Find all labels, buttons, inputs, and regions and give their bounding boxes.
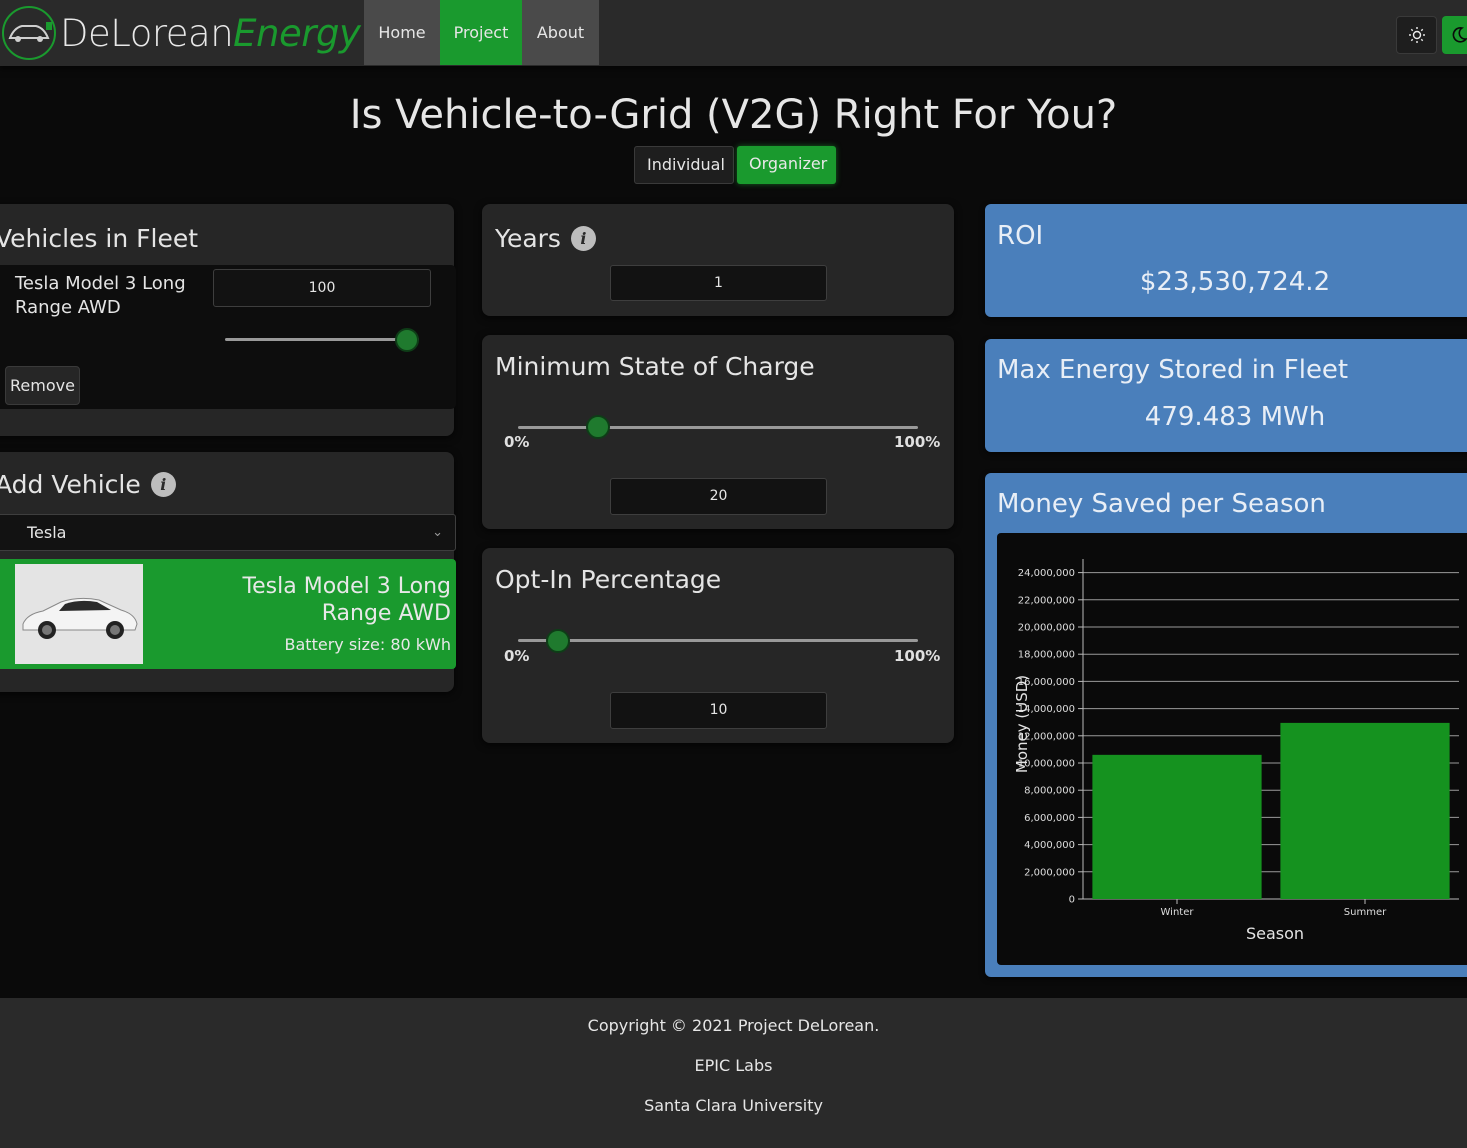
years-input[interactable]: 1 <box>610 265 827 301</box>
savings-card: Money Saved per Season 0 2,000,000 4,000,0… <box>985 473 1467 977</box>
min-soc-slider-track[interactable] <box>518 426 918 429</box>
energy-title: Max Energy Stored in Fleet <box>997 355 1349 385</box>
footer-university: Santa Clara University <box>644 1096 823 1115</box>
info-icon[interactable]: i <box>570 226 596 251</box>
nav-project[interactable]: Project <box>440 0 522 65</box>
remove-vehicle-button[interactable]: Remove <box>5 366 80 405</box>
opt-in-slider-thumb[interactable] <box>546 629 570 653</box>
navbar: DeLoreanEnergy Home Project About <box>0 0 1467 66</box>
savings-chart-container: 0 2,000,000 4,000,000 6,000,000 8,000,000 10,… <box>997 533 1467 965</box>
y-axis-title: Money (USD) <box>1013 675 1031 773</box>
years-title: Years i <box>495 224 596 253</box>
mode-toggle: Individual Organizer <box>634 146 836 184</box>
nav-home[interactable]: Home <box>364 0 440 65</box>
y-tick-label: 18,000,000 <box>1018 650 1075 661</box>
footer-lab: EPIC Labs <box>694 1056 773 1075</box>
light-theme-button[interactable] <box>1396 16 1437 54</box>
x-tick-label: Summer <box>1344 907 1387 918</box>
opt-in-max-label: 100% <box>894 647 941 665</box>
page-title: Is Vehicle-to-Grid (V2G) Right For You? <box>349 92 1118 138</box>
logo-wordmark: DeLoreanEnergy <box>60 11 361 55</box>
years-title-text: Years <box>495 224 561 253</box>
opt-in-slider-track[interactable] <box>518 639 918 642</box>
savings-bar-chart: 02,000,0004,000,0006,000,0008,000,00010,… <box>1013 559 1459 943</box>
opt-in-card: Opt-In Percentage 0% 100% 10 <box>482 548 954 743</box>
fleet-card: Vehicles in Fleet Tesla Model 3 Long Ran… <box>0 204 456 436</box>
min-soc-title: Minimum State of Charge <box>495 352 815 381</box>
fleet-title: Vehicles in Fleet <box>0 224 199 253</box>
min-soc-input[interactable]: 20 <box>610 478 827 515</box>
vehicle-option-name: Tesla Model 3 Long Range AWD <box>242 574 451 626</box>
energy-value: 479.483 MWh <box>1144 402 1326 432</box>
add-vehicle-card: Add Vehicle i Tesla ⌄ Tesla Model 3 Long… <box>0 452 456 692</box>
chart-bar <box>1092 754 1262 899</box>
min-soc-max-label: 100% <box>894 433 941 451</box>
vehicle-count-slider-track[interactable] <box>225 338 419 341</box>
y-tick-label: 4,000,000 <box>1024 840 1075 851</box>
years-card: Years i 1 <box>482 204 954 316</box>
chart-bar <box>1280 722 1450 899</box>
car-icon <box>22 597 138 639</box>
roi-title: ROI <box>997 221 1044 251</box>
nav-about[interactable]: About <box>522 0 599 65</box>
min-soc-slider-thumb[interactable] <box>586 415 610 439</box>
y-tick-label: 20,000,000 <box>1018 623 1075 634</box>
y-tick-label: 6,000,000 <box>1024 813 1075 824</box>
roi-value: $23,530,724.2 <box>1139 267 1331 297</box>
opt-in-input[interactable]: 10 <box>610 692 827 729</box>
energy-card: Max Energy Stored in Fleet 479.483 MWh <box>985 339 1467 452</box>
y-tick-label: 22,000,000 <box>1018 595 1075 606</box>
logo-car-plug-icon <box>2 6 56 60</box>
add-vehicle-title-text: Add Vehicle <box>0 470 141 499</box>
roi-card: ROI $23,530,724.2 <box>985 204 1467 317</box>
sun-icon <box>1408 27 1425 43</box>
fleet-vehicle-name: Tesla Model 3 Long Range AWD <box>15 273 186 318</box>
opt-in-title: Opt-In Percentage <box>495 565 722 594</box>
y-tick-label: 24,000,000 <box>1018 568 1075 579</box>
vehicle-make-select[interactable]: Tesla ⌄ <box>0 514 456 551</box>
vehicle-image <box>15 564 143 664</box>
vehicle-count-input[interactable]: 100 <box>213 269 431 307</box>
y-tick-label: 8,000,000 <box>1024 786 1075 797</box>
organizer-mode-button[interactable]: Organizer <box>737 146 836 184</box>
opt-in-min-label: 0% <box>504 647 530 665</box>
x-axis-title: Season <box>1246 924 1304 943</box>
chevron-down-icon: ⌄ <box>432 525 443 540</box>
vehicle-count-slider-thumb[interactable] <box>395 328 419 352</box>
vehicle-option-battery: Battery size: 80 kWh <box>284 635 451 654</box>
dark-theme-button[interactable] <box>1442 16 1467 54</box>
y-tick-label: 2,000,000 <box>1024 867 1075 878</box>
vehicle-option-card[interactable]: Tesla Model 3 Long Range AWD Battery siz… <box>0 559 456 669</box>
y-tick-label: 0 <box>1069 895 1075 906</box>
add-vehicle-title: Add Vehicle i <box>0 470 176 499</box>
footer: Copyright © 2021 Project DeLorean. EPIC … <box>0 998 1467 1148</box>
fleet-vehicle-row: Tesla Model 3 Long Range AWD 100 Remove <box>0 265 456 409</box>
min-soc-min-label: 0% <box>504 433 530 451</box>
x-tick-label: Winter <box>1161 907 1195 918</box>
moon-icon <box>1452 27 1467 43</box>
savings-title: Money Saved per Season <box>997 489 1326 519</box>
logo[interactable]: DeLoreanEnergy <box>0 4 361 62</box>
footer-copyright: Copyright © 2021 Project DeLorean. <box>587 1016 880 1035</box>
vehicle-make-value: Tesla <box>27 523 67 542</box>
min-soc-card: Minimum State of Charge 0% 100% 20 <box>482 335 954 529</box>
individual-mode-button[interactable]: Individual <box>634 146 734 184</box>
info-icon[interactable]: i <box>150 472 176 497</box>
